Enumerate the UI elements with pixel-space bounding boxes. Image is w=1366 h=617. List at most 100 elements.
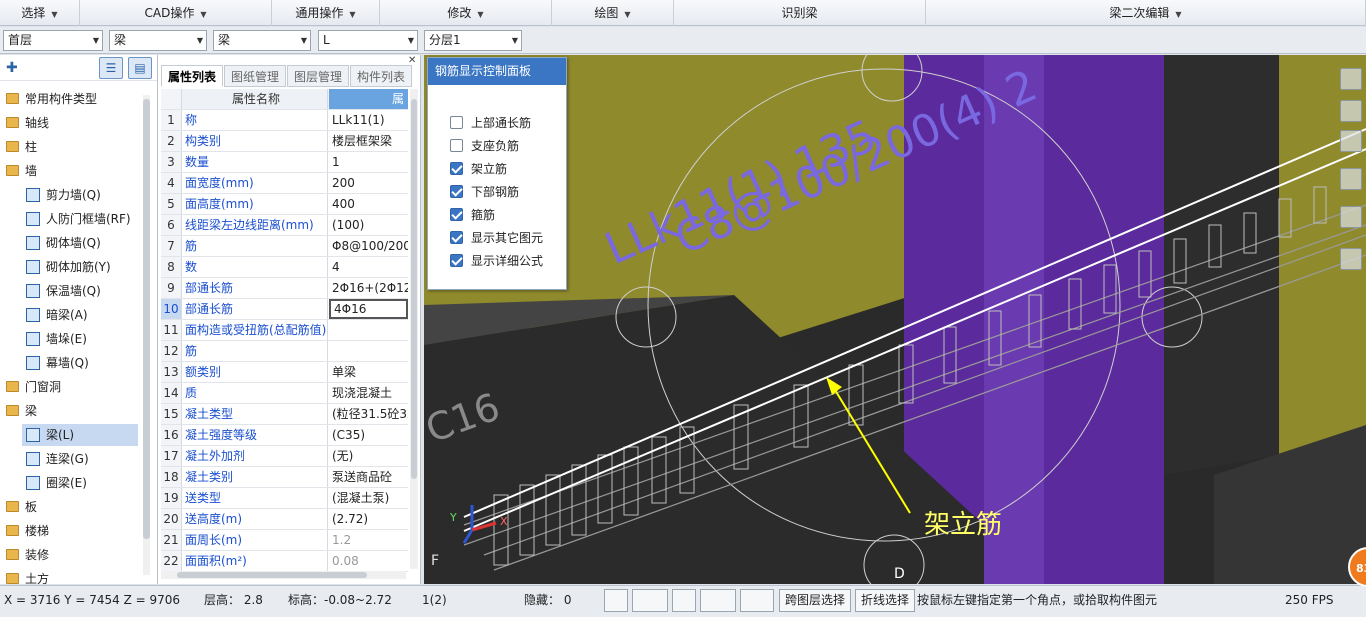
property-value[interactable]: 单梁 <box>329 362 408 382</box>
control-option[interactable]: 显示其它图元 <box>450 229 543 247</box>
tree-item[interactable]: 装修 <box>6 544 138 566</box>
plan-view-icon[interactable] <box>1340 100 1362 122</box>
snap-icon[interactable] <box>740 589 774 612</box>
property-value[interactable]: (2.72) <box>329 509 408 529</box>
checkbox[interactable] <box>450 208 463 221</box>
rotate-view-icon[interactable] <box>1340 206 1362 228</box>
tree-item[interactable]: 砌体加筋(Y) <box>22 256 138 278</box>
cube-view-icon[interactable] <box>1340 130 1362 152</box>
property-value[interactable]: (100) <box>329 215 408 235</box>
ortho-icon[interactable] <box>604 589 628 612</box>
table-row[interactable]: 7 筋 Φ8@100/200 <box>161 236 408 257</box>
type-select[interactable]: 梁 ▼ <box>213 30 311 51</box>
property-value[interactable]: LLk11(1) <box>329 110 408 130</box>
table-row[interactable]: 5 面高度(mm) 400 <box>161 194 408 215</box>
table-row[interactable]: 8数4 <box>161 257 408 278</box>
table-row[interactable]: 15 凝土类型 (粒径31.5砼32 <box>161 404 408 425</box>
checkbox[interactable] <box>450 139 463 152</box>
layer-select[interactable]: 分层1 ▼ <box>424 30 522 51</box>
control-option[interactable]: 支座负筋 <box>450 137 519 155</box>
polyline-select-button[interactable]: 折线选择 <box>855 589 916 612</box>
table-row[interactable]: 6 线距梁左边线距离(mm) (100) <box>161 215 408 236</box>
property-value[interactable]: Φ8@100/200 <box>329 236 408 256</box>
tree-item[interactable]: 幕墙(Q) <box>22 352 138 374</box>
property-scrollbar[interactable] <box>410 89 418 569</box>
property-value[interactable] <box>329 341 408 361</box>
property-value[interactable]: (无) <box>329 446 408 466</box>
menu-item-0[interactable]: 选择 ▼ <box>0 0 80 26</box>
checkbox[interactable] <box>450 116 463 129</box>
tree-item[interactable]: 墙垛(E) <box>22 328 138 350</box>
table-row[interactable]: 14 质现浇混凝土 <box>161 383 408 404</box>
table-row[interactable]: 13 额类别 单梁 <box>161 362 408 383</box>
property-value[interactable]: 4 <box>329 257 408 277</box>
table-row[interactable]: 16 凝土强度等级 (C35) <box>161 425 408 446</box>
table-row[interactable]: 3 数量 1 <box>161 152 408 173</box>
table-row[interactable]: 9 部通长筋 2Φ16+(2Φ12 <box>161 278 408 299</box>
property-value[interactable]: (混凝土泵) <box>329 488 408 508</box>
tree-item[interactable]: 人防门框墙(RF) <box>22 208 138 230</box>
member-select[interactable]: L ▼ <box>318 30 418 51</box>
property-value[interactable]: 2Φ16+(2Φ12 <box>329 278 408 298</box>
table-row[interactable]: 18 凝土类别 泵送商品砼 <box>161 467 408 488</box>
layer-view-icon[interactable] <box>1340 168 1362 190</box>
table-row[interactable]: 17 凝土外加剂 (无) <box>161 446 408 467</box>
cross-layer-select-button[interactable]: 跨图层选择 <box>779 589 852 612</box>
tree-item[interactable]: 楼梯 <box>6 520 138 542</box>
property-value[interactable]: 0.08 <box>329 551 408 571</box>
control-option[interactable]: 箍筋 <box>450 206 495 224</box>
table-row[interactable]: 4 面宽度(mm) 200 <box>161 173 408 194</box>
property-value[interactable]: (粒径31.5砼32 <box>329 404 408 424</box>
table-row[interactable]: 11 面构造或受扭筋(总配筋值) <box>161 320 408 341</box>
tree-item[interactable]: 常用构件类型 <box>6 88 138 110</box>
tree-item[interactable]: 梁 <box>6 400 138 422</box>
table-row[interactable]: 10 部通长筋 4Φ16 <box>161 299 408 320</box>
tree-item[interactable]: 剪力墙(Q) <box>22 184 138 206</box>
property-value[interactable]: 400 <box>329 194 408 214</box>
tree-item[interactable]: 暗梁(A) <box>22 304 138 326</box>
property-value[interactable]: 1 <box>329 152 408 172</box>
category-select[interactable]: 梁 ▼ <box>109 30 207 51</box>
add-icon[interactable]: ✚ <box>6 60 18 76</box>
menu-item-5[interactable]: 识别梁 <box>674 0 926 26</box>
table-row[interactable]: 2 构类别 楼层框架梁 <box>161 131 408 152</box>
angle-icon[interactable] <box>700 589 736 612</box>
tab-0[interactable]: 属性列表 <box>161 65 224 87</box>
property-value[interactable]: (C35) <box>329 425 408 445</box>
scrollbar-thumb[interactable] <box>411 99 417 479</box>
menu-item-6[interactable]: 梁二次编辑 ▼ <box>926 0 1366 26</box>
sphere-view-icon[interactable] <box>1340 68 1362 90</box>
table-row[interactable]: 19 送类型 (混凝土泵) <box>161 488 408 509</box>
checkbox[interactable] <box>450 254 463 267</box>
floor-select[interactable]: 首层 ▼ <box>3 30 103 51</box>
tab-3[interactable]: 构件列表 <box>350 65 413 87</box>
property-value[interactable]: 200 <box>329 173 408 193</box>
table-row[interactable]: 20 送高度(m) (2.72) <box>161 509 408 530</box>
tree-item[interactable]: 砌体墙(Q) <box>22 232 138 254</box>
scrollbar-thumb[interactable] <box>143 99 150 539</box>
list-view-icon[interactable]: ☰ <box>99 57 123 79</box>
table-row[interactable]: 1 称 LLk11(1) <box>161 110 408 131</box>
select-mode-icon[interactable] <box>632 589 668 612</box>
control-option[interactable]: 显示详细公式 <box>450 252 543 270</box>
control-option[interactable]: 架立筋 <box>450 160 507 178</box>
property-value[interactable]: 楼层框架梁 <box>329 131 408 151</box>
grid-view-icon[interactable]: ▤ <box>128 57 152 79</box>
menu-item-3[interactable]: 修改 ▼ <box>380 0 552 26</box>
tree-item[interactable]: 连梁(G) <box>22 448 138 470</box>
tab-1[interactable]: 图纸管理 <box>224 65 287 87</box>
control-option[interactable]: 上部通长筋 <box>450 114 531 132</box>
tree-item[interactable]: 墙 <box>6 160 138 182</box>
scrollbar-thumb[interactable] <box>177 572 367 578</box>
tree-item[interactable]: 保温墙(Q) <box>22 280 138 302</box>
cross-icon[interactable] <box>672 589 696 612</box>
checkbox[interactable] <box>450 185 463 198</box>
checkbox[interactable] <box>450 231 463 244</box>
tree-item[interactable]: 圈梁(E) <box>22 472 138 494</box>
tree-item[interactable]: 梁(L) <box>22 424 138 446</box>
property-value[interactable]: 现浇混凝土 <box>329 383 408 403</box>
property-hscrollbar[interactable] <box>161 571 406 579</box>
property-value[interactable]: 4Φ16 <box>329 299 408 319</box>
property-value[interactable] <box>329 320 408 340</box>
tree-item[interactable]: 柱 <box>6 136 138 158</box>
